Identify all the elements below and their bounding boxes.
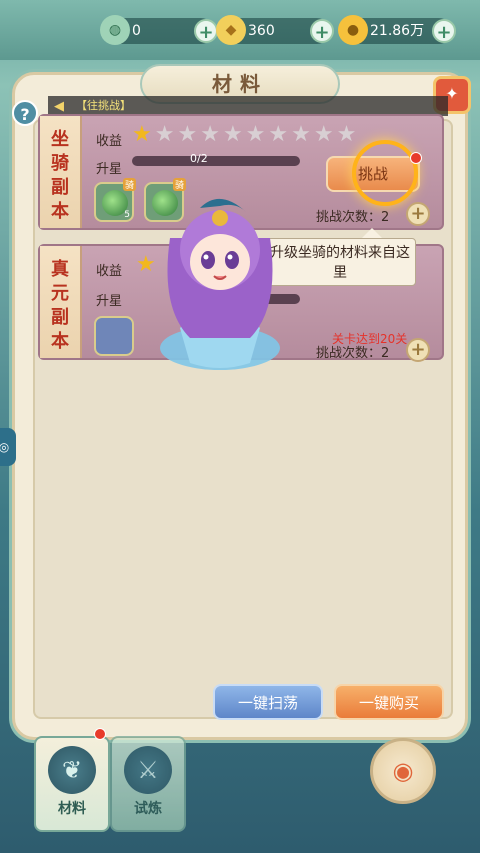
star-icon: ★ — [222, 122, 243, 147]
add-ingot-button[interactable]: + — [310, 19, 334, 43]
count-value: 2 — [381, 346, 390, 361]
tab-label: 材料 — [58, 801, 86, 817]
jade-value: 0 — [132, 23, 141, 39]
buy-all-button[interactable]: 一键购买 — [334, 684, 444, 720]
reward-item[interactable] — [94, 316, 134, 356]
count-label: 挑战次数： — [316, 346, 382, 361]
back-button[interactable]: ◉ — [370, 738, 436, 804]
challenge-count: 挑战次数：2 — [316, 206, 389, 225]
resource-bar: ◍ 0 + ◆ 360 + ● 21.86万 + — [0, 0, 480, 60]
tab-trial[interactable]: ⚔ 试炼 — [110, 736, 186, 832]
add-jade-button[interactable]: + — [194, 19, 218, 43]
card-title-text: 坐骑副本 — [51, 129, 69, 222]
coin-counter: ● 21.86万 + — [338, 15, 456, 45]
notification-dot — [410, 152, 422, 164]
reward-label: 收益 — [96, 134, 123, 149]
side-menu-icon[interactable]: ◎ — [0, 428, 16, 466]
upgrade-progress-bar — [132, 156, 300, 166]
leaf-icon: ❦ — [48, 746, 96, 794]
jade-icon: ◍ — [100, 15, 130, 45]
ingot-counter: ◆ 360 + — [216, 15, 334, 45]
challenge-count: 挑战次数：2 — [316, 342, 389, 361]
item-count: 5 — [124, 210, 130, 220]
add-count-button[interactable]: + — [406, 338, 430, 362]
sweep-all-button[interactable]: 一键扫荡 — [213, 684, 323, 720]
ingot-value: 360 — [248, 23, 275, 39]
upgrade-label: 升星 — [96, 162, 123, 177]
help-button[interactable]: ? — [12, 100, 38, 126]
upgrade-label: 升星 — [96, 294, 123, 309]
coin-value: 21.86万 — [370, 23, 425, 39]
reward-label: 收益 — [96, 264, 123, 279]
star-icon: ★ — [336, 122, 357, 147]
star-icon: ★ — [313, 122, 334, 147]
star-icon: ★ — [177, 122, 198, 147]
ticker-text: 【往挑战】 — [76, 99, 131, 112]
sword-icon: ⚔ — [124, 746, 172, 794]
game-screen: ◍ 0 + ◆ 360 + ● 21.86万 + 材料 ✦ ? ◀ 【往挑战】 … — [0, 0, 480, 853]
card-title-text: 真元副本 — [51, 259, 69, 352]
count-label: 挑战次数： — [316, 210, 382, 225]
progress-text: 0/2 — [190, 152, 208, 165]
tab-label: 试炼 — [134, 801, 162, 817]
star-icon: ★ — [245, 122, 266, 147]
count-value: 2 — [381, 210, 390, 225]
tooltip-arrow — [362, 228, 382, 238]
star-icon: ★ — [154, 122, 175, 147]
card-title: 坐骑副本 — [40, 116, 82, 228]
add-count-button[interactable]: + — [406, 202, 430, 226]
ingot-icon: ◆ — [216, 15, 246, 45]
jade-counter: ◍ 0 + — [100, 15, 218, 45]
tab-materials[interactable]: ❦ 材料 — [34, 736, 110, 832]
notification-dot — [94, 728, 106, 740]
star-icon: ★ — [132, 122, 152, 147]
star-icon: ★ — [200, 122, 220, 147]
star-icon: ★ — [291, 122, 311, 147]
coin-icon: ● — [338, 15, 368, 45]
star-rating: ★ ★ ★ ★ ★ ★ ★ ★ ★ ★ — [132, 124, 356, 146]
card-title: 真元副本 — [40, 246, 82, 358]
announcement-ticker: ◀ 【往挑战】 — [48, 96, 448, 116]
add-coin-button[interactable]: + — [432, 19, 456, 43]
star-icon: ★ — [268, 122, 289, 147]
item-tag: 骑 — [122, 178, 136, 191]
guide-character — [160, 198, 280, 370]
highlight-ring — [352, 140, 418, 206]
reward-item[interactable]: 骑 5 — [94, 178, 136, 222]
